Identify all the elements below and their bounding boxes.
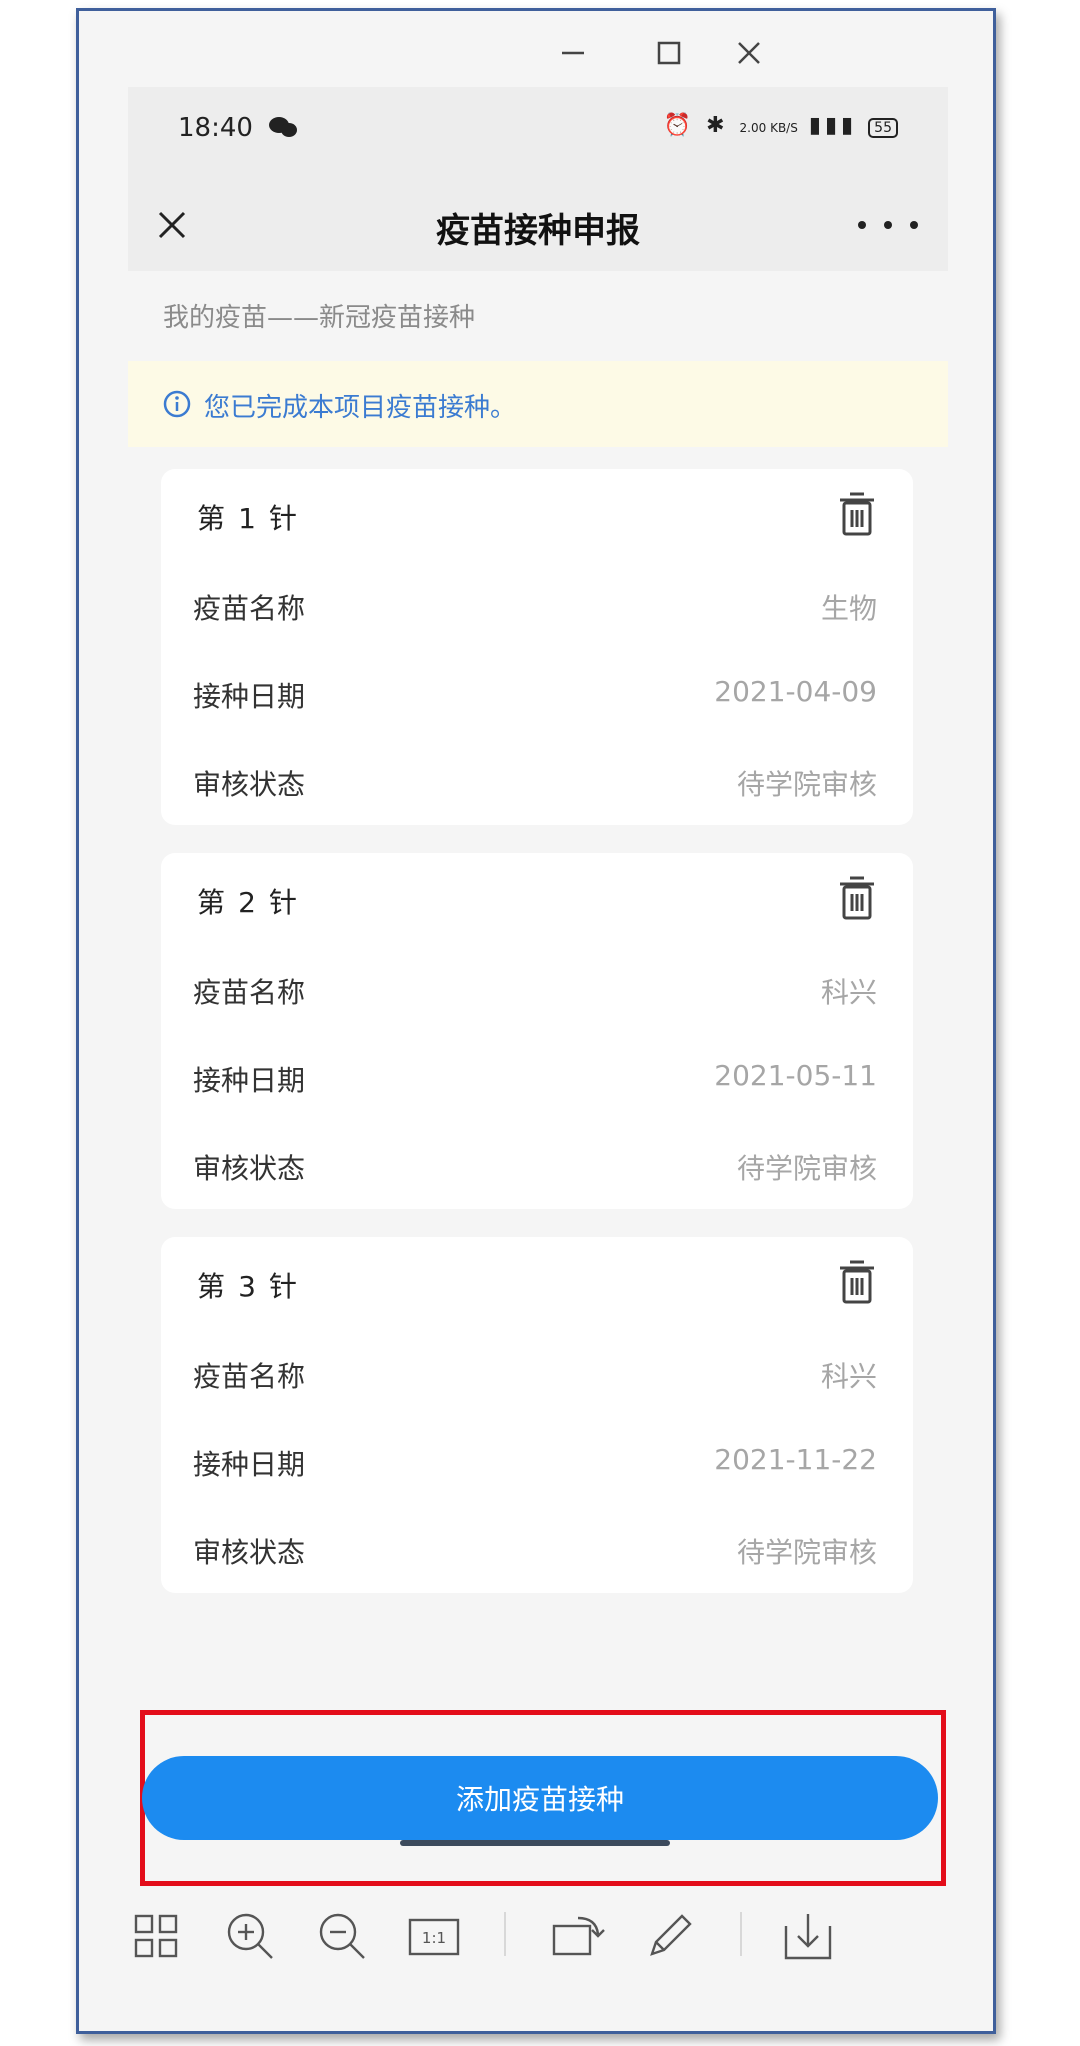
toolbar-divider [504, 1912, 506, 1956]
review-status-row: 审核状态 待学院审核 [193, 768, 877, 801]
dose-card: 第2针 疫苗名称 科兴 接种日期 2021-05-11 审核状态 待学院审核 [161, 853, 913, 1209]
rotate-icon[interactable] [550, 1908, 606, 1964]
vaccine-name-row: 疫苗名称 科兴 [193, 1360, 877, 1393]
toolbar-divider [740, 1912, 742, 1956]
minimize-icon[interactable] [549, 29, 597, 77]
review-status-row: 审核状态 待学院审核 [193, 1536, 877, 1569]
dose-card: 第1针 疫苗名称 生物 接种日期 2021-04-09 审核状态 待学院审核 [161, 469, 913, 825]
breadcrumb: 我的疫苗——新冠疫苗接种 [163, 303, 476, 333]
signal-icon: ▮▮▮ [808, 113, 858, 138]
maximize-icon[interactable] [645, 29, 693, 77]
vaccine-name-row: 疫苗名称 生物 [193, 592, 877, 625]
notice-text: 您已完成本项目疫苗接种。 [204, 393, 517, 423]
add-vaccination-button[interactable]: 添加疫苗接种 [142, 1756, 938, 1840]
vaccination-date-row: 接种日期 2021-04-09 [193, 675, 877, 713]
dose-title: 第2针 [196, 886, 297, 919]
mini-program-nav-bar: 疫苗接种申报 [128, 179, 948, 271]
trash-icon[interactable] [837, 1259, 877, 1305]
vaccination-date-row: 接种日期 2021-05-11 [193, 1059, 877, 1097]
trash-icon[interactable] [837, 491, 877, 537]
vaccination-date-row: 接种日期 2021-11-22 [193, 1443, 877, 1481]
close-icon[interactable] [725, 29, 773, 77]
dose-card: 第3针 疫苗名称 科兴 接种日期 2021-11-22 审核状态 待学院审核 [161, 1237, 913, 1593]
viewer-toolbar: 1:1 [130, 1900, 890, 1972]
status-time: 18:40 [178, 113, 253, 143]
svg-text:1:1: 1:1 [422, 1929, 446, 1947]
bluetooth-icon: ✱ [706, 113, 729, 138]
dose-title: 第3针 [196, 1270, 297, 1303]
zoom-in-icon[interactable] [222, 1908, 278, 1964]
status-icons: ⏰ ✱ 2.00 KB/S ▮▮▮ 55 [664, 113, 898, 138]
actual-size-icon[interactable]: 1:1 [406, 1908, 462, 1964]
more-options-icon[interactable] [858, 201, 918, 249]
info-icon [162, 389, 192, 419]
network-speed: 2.00 KB/S [739, 121, 798, 135]
alarm-icon: ⏰ [663, 113, 696, 138]
vaccine-name-row: 疫苗名称 科兴 [193, 976, 877, 1009]
edit-pencil-icon[interactable] [642, 1908, 698, 1964]
dose-title: 第1针 [196, 502, 297, 535]
zoom-out-icon[interactable] [314, 1908, 370, 1964]
grid-view-icon[interactable] [130, 1908, 186, 1964]
phone-status-bar: 18:40 ⏰ ✱ 2.00 KB/S ▮▮▮ 55 [128, 87, 948, 179]
download-icon[interactable] [780, 1908, 836, 1964]
home-indicator [400, 1840, 670, 1846]
completion-notice: 您已完成本项目疫苗接种。 [128, 361, 948, 447]
battery-icon: 55 [868, 118, 898, 138]
review-status-row: 审核状态 待学院审核 [193, 1152, 877, 1185]
wechat-icon [268, 115, 298, 143]
page-title: 疫苗接种申报 [436, 211, 640, 251]
trash-icon[interactable] [837, 875, 877, 921]
